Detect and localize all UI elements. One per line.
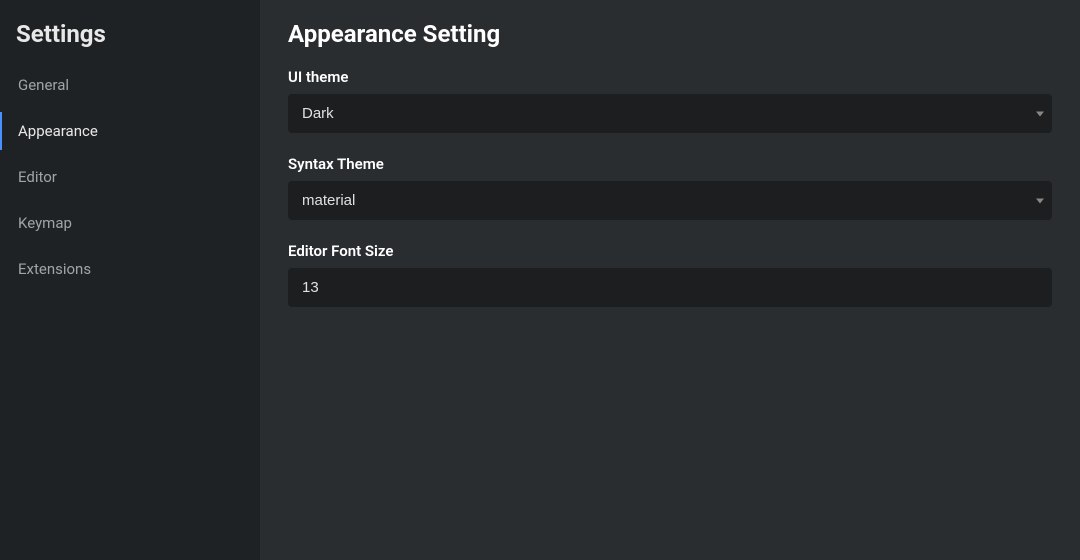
ui-theme-group: UI theme Dark (288, 68, 1052, 133)
sidebar-item-label: Keymap (18, 214, 72, 232)
sidebar-item-extensions[interactable]: Extensions (0, 250, 260, 288)
editor-font-size-group: Editor Font Size (288, 242, 1052, 307)
sidebar-title: Settings (0, 16, 260, 66)
main-content: Appearance Setting UI theme Dark Syntax … (260, 0, 1080, 560)
sidebar-item-label: General (18, 76, 69, 94)
sidebar-item-general[interactable]: General (0, 66, 260, 104)
sidebar-item-label: Extensions (18, 260, 91, 278)
syntax-theme-group: Syntax Theme material (288, 155, 1052, 220)
sidebar-item-label: Appearance (18, 122, 98, 140)
sidebar-item-appearance[interactable]: Appearance (0, 112, 260, 150)
page-title: Appearance Setting (288, 20, 1052, 48)
syntax-theme-select-wrapper: material (288, 181, 1052, 220)
editor-font-size-label: Editor Font Size (288, 242, 1052, 260)
sidebar-item-editor[interactable]: Editor (0, 158, 260, 196)
ui-theme-label: UI theme (288, 68, 1052, 86)
editor-font-size-input[interactable] (288, 268, 1052, 307)
syntax-theme-select[interactable]: material (288, 181, 1052, 220)
sidebar-item-label: Editor (18, 168, 57, 186)
sidebar: Settings General Appearance Editor Keyma… (0, 0, 260, 560)
syntax-theme-label: Syntax Theme (288, 155, 1052, 173)
ui-theme-select-wrapper: Dark (288, 94, 1052, 133)
sidebar-item-keymap[interactable]: Keymap (0, 204, 260, 242)
ui-theme-select[interactable]: Dark (288, 94, 1052, 133)
